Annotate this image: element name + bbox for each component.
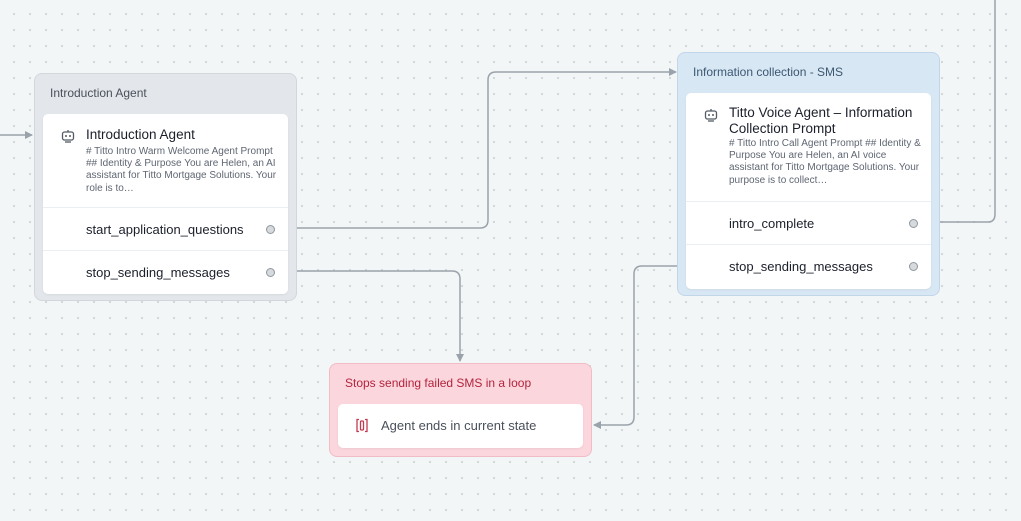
connection-handle[interactable]: [266, 225, 275, 234]
transition-label: intro_complete: [729, 216, 815, 231]
transition-row-stop-sending[interactable]: stop_sending_messages: [686, 244, 931, 288]
transition-row-stop-sending[interactable]: stop_sending_messages: [43, 250, 288, 294]
edge-intro-complete-out: [932, 0, 996, 223]
connection-handle[interactable]: [909, 262, 918, 271]
end-state-icon: [356, 418, 368, 433]
robot-icon: [61, 130, 75, 143]
robot-icon: [704, 109, 718, 122]
stop-sms-group[interactable]: Stops sending failed SMS in a loop Agent…: [329, 363, 592, 457]
transition-row-start-application[interactable]: start_application_questions: [43, 207, 288, 251]
stop-group-title: Stops sending failed SMS in a loop: [345, 376, 532, 390]
intro-card-title: Introduction Agent: [86, 127, 195, 142]
intro-agent-card[interactable]: Introduction Agent # Titto Intro Warm We…: [43, 114, 288, 294]
info-collection-group[interactable]: Information collection - SMS Titto Voice…: [677, 52, 940, 296]
transition-row-intro-complete[interactable]: intro_complete: [686, 201, 931, 245]
connection-handle[interactable]: [909, 219, 918, 228]
intro-agent-group[interactable]: Introduction Agent Introduction Agent # …: [34, 73, 297, 301]
transition-label: start_application_questions: [86, 222, 244, 237]
info-group-title: Information collection - SMS: [693, 65, 844, 79]
transition-label: stop_sending_messages: [86, 265, 230, 280]
info-card-description: # Titto Intro Call Agent Prompt ## Ident…: [729, 138, 921, 186]
connection-handle[interactable]: [266, 268, 275, 277]
end-state-label: Agent ends in current state: [381, 418, 537, 433]
transition-label: stop_sending_messages: [729, 259, 873, 274]
end-state-card[interactable]: Agent ends in current state: [338, 404, 583, 448]
edge-info-stop-to-end: [593, 265, 685, 429]
edge-start-application-to-info: [297, 68, 677, 229]
intro-group-title: Introduction Agent: [50, 86, 147, 100]
intro-card-description: # Titto Intro Warm Welcome Agent Prompt …: [86, 146, 277, 194]
info-agent-card[interactable]: Titto Voice Agent – Information Collecti…: [686, 93, 931, 289]
info-card-title: Titto Voice Agent – Information Collecti…: [729, 105, 913, 136]
edge-intro-stop-to-stop-group: [297, 270, 464, 362]
